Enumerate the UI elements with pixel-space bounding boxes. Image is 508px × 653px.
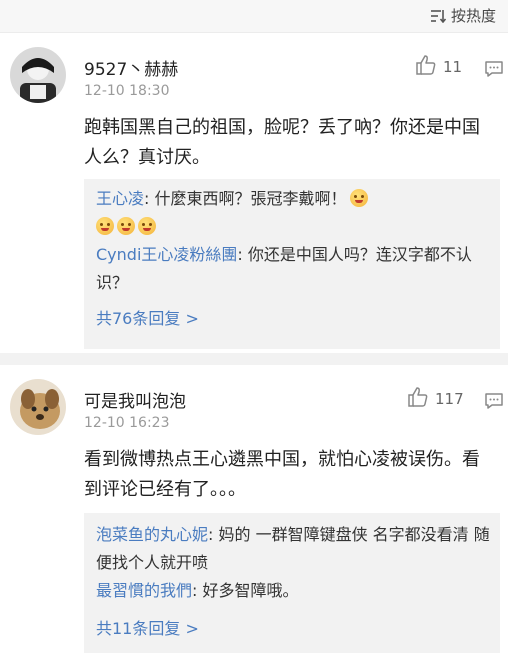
face-emoji-icon xyxy=(349,189,368,207)
reply-item: 泡菜鱼的丸心妮: 妈的 一群智障键盘侠 名字都没看清 随便找个人就开喷 xyxy=(84,513,500,577)
reply-username[interactable]: Cyndi王心凌粉絲團 xyxy=(96,245,237,264)
reply-text: : 什麼東西啊？張冠李戴啊！ xyxy=(144,189,347,208)
sort-label: 按热度 xyxy=(450,7,496,25)
face-emoji-icon xyxy=(96,217,114,235)
like-button[interactable]: 117 xyxy=(407,387,464,411)
face-emoji-icon xyxy=(138,217,156,235)
reply-text: : 好多智障哦。 xyxy=(192,581,299,600)
reply-item: Cyndi王心凌粉絲團: 你还是中国人吗？连汉字都不认识？ xyxy=(84,241,500,297)
sort-icon xyxy=(430,9,446,23)
username[interactable]: 9527丶赫赫 xyxy=(84,55,178,80)
top-bar: 按热度 xyxy=(0,0,508,33)
comment-text: 跑韩国黑自己的祖国，脸呢？丢了吶？你还是中国人么？真讨厌。 xyxy=(84,117,480,168)
username[interactable]: 可是我叫泡泡 xyxy=(84,387,186,412)
avatar[interactable] xyxy=(10,47,66,103)
comment-icon[interactable] xyxy=(484,60,504,82)
reply-box[interactable]: 王心凌: 什麼東西啊？張冠李戴啊！ Cyndi王心凌粉絲團: 你还是中国人吗？连… xyxy=(84,179,500,349)
reply-item: 最習慣的我們: 好多智障哦。 xyxy=(84,577,500,605)
reply-username[interactable]: 王心凌 xyxy=(96,189,144,208)
timestamp: 12-10 16:23 xyxy=(84,415,170,431)
reply-box[interactable]: 泡菜鱼的丸心妮: 妈的 一群智障键盘侠 名字都没看清 随便找个人就开喷 最習慣的… xyxy=(84,513,500,653)
reply-username[interactable]: 泡菜鱼的丸心妮 xyxy=(96,525,208,544)
divider xyxy=(0,353,508,365)
timestamp: 12-10 18:30 xyxy=(84,83,170,99)
like-count: 117 xyxy=(435,390,464,408)
comment-icon[interactable] xyxy=(484,392,504,414)
like-button[interactable]: 11 xyxy=(415,55,462,79)
view-all-replies-link[interactable]: 共76条回复 > xyxy=(84,305,500,329)
reply-username[interactable]: 最習慣的我們 xyxy=(96,581,192,600)
avatar[interactable] xyxy=(10,379,66,435)
comment-text: 看到微博热点王心遴黑中国，就怕心凌被误伤。看到评论已经有了。。。 xyxy=(84,449,480,500)
emoji-row xyxy=(84,213,500,241)
like-count: 11 xyxy=(443,58,463,76)
sort-by-popularity[interactable]: 按热度 xyxy=(430,5,496,26)
thumbs-up-icon xyxy=(407,387,429,411)
reply-item: 王心凌: 什麼東西啊？張冠李戴啊！ xyxy=(84,179,500,213)
thumbs-up-icon xyxy=(415,55,437,79)
face-emoji-icon xyxy=(117,217,135,235)
view-all-replies-link[interactable]: 共11条回复 > xyxy=(84,615,500,639)
